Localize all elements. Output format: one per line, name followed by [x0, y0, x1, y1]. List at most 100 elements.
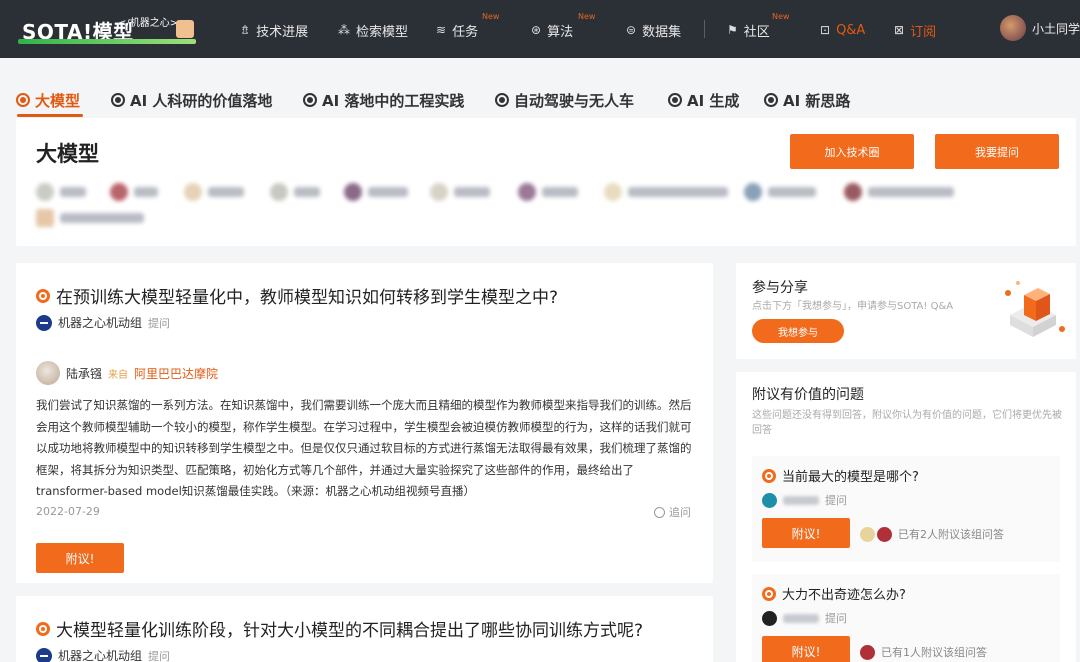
- answerer-name[interactable]: 陆承镪: [66, 365, 102, 382]
- expert-chip[interactable]: [184, 182, 244, 202]
- nav-item-algorithms[interactable]: ⊛ 算法: [531, 20, 573, 40]
- sidebar-question-item: 大力不出奇迹怎么办? 提问 附议! 已有1人附议该组问答: [752, 574, 1060, 662]
- ai-engineering-icon: [303, 93, 317, 107]
- sidebar-question-item: 当前最大的模型是哪个? 提问 附议! 已有2人附议该组问答: [752, 456, 1060, 562]
- expert-chip[interactable]: [744, 182, 816, 202]
- new-badge: New: [482, 12, 500, 21]
- sidebar-question-text: 大力不出奇迹怎么办?: [782, 588, 906, 603]
- question-asker: 机器之心机动组 提问: [36, 647, 170, 662]
- nav-item-tasks[interactable]: ≋ 任务: [436, 20, 478, 40]
- tab-label: AI 人科研的价值落地: [130, 91, 273, 110]
- expert-chip[interactable]: [270, 182, 320, 202]
- site-logo[interactable]: SOTA!模型 </机器之心>: [18, 14, 196, 44]
- tab-label: AI 生成: [687, 91, 740, 110]
- ask-question-button[interactable]: 我要提问: [935, 134, 1059, 169]
- answerer-org[interactable]: 阿里巴巴达摩院: [134, 365, 218, 382]
- subscribe-icon: ⊠: [894, 23, 905, 37]
- valuable-title: 附议有价值的问题: [752, 387, 864, 403]
- expert-chip[interactable]: [110, 182, 158, 202]
- sidebar-question-asker: 提问: [762, 492, 847, 508]
- tab-label: AI 落地中的工程实践: [322, 91, 465, 110]
- expert-chip[interactable]: [344, 182, 408, 202]
- tab-ai-engineering[interactable]: AI 落地中的工程实践: [303, 84, 464, 116]
- participate-card: 参与分享 点击下方「我想参与」，申请参与SOTA! Q&A 我想参与: [736, 263, 1076, 359]
- avatar: [860, 526, 875, 542]
- algorithm-icon: ⊛: [531, 23, 542, 37]
- logo-mascot-icon: [176, 20, 194, 38]
- answer-date: 2022-07-29: [36, 505, 100, 518]
- flag-icon: ⚑: [727, 23, 738, 37]
- follow-up-icon: [654, 506, 665, 518]
- question-title-text: 大模型轻量化训练阶段，针对大小模型的不同耦合提出了哪些协同训练方式呢?: [56, 621, 644, 641]
- tab-label: 自动驾驶与无人车: [514, 91, 635, 110]
- avatar: [877, 526, 892, 542]
- expert-chip[interactable]: [36, 182, 86, 202]
- asker-action: 提问: [148, 316, 171, 330]
- nav-item-tech-progress[interactable]: ⇯ 技术进展: [240, 20, 308, 40]
- second-count-text: 已有2人附议该组问答: [898, 528, 1004, 541]
- qa-icon: ⊡: [820, 23, 831, 37]
- second-question-button[interactable]: 附议!: [762, 636, 850, 662]
- topic-header-card: 大模型 加入技术圈 我要提问: [16, 118, 1076, 246]
- question-card: 大模型轻量化训练阶段，针对大小模型的不同耦合提出了哪些协同训练方式呢? 机器之心…: [16, 596, 713, 662]
- database-icon: ⊜: [626, 23, 637, 37]
- second-question-button[interactable]: 附议!: [36, 543, 124, 573]
- expert-chip[interactable]: [518, 182, 578, 202]
- model-icon: ⁂: [338, 23, 350, 37]
- participate-button[interactable]: 我想参与: [752, 319, 844, 343]
- user-menu[interactable]: 小土同学: [1000, 15, 1080, 41]
- ai-research-icon: [111, 93, 125, 107]
- question-title[interactable]: 在预训练大模型轻量化中，教师模型知识如何转移到学生模型之中?: [36, 283, 558, 308]
- layers-icon: ≋: [436, 23, 447, 37]
- asker-name-blurred: [783, 613, 819, 623]
- org-logo-icon: [36, 314, 52, 331]
- expert-chip[interactable]: [844, 182, 954, 202]
- question-icon: [36, 288, 50, 303]
- join-tech-circle-button[interactable]: 加入技术圈: [790, 134, 914, 169]
- autonomous-driving-icon: [495, 93, 509, 107]
- expert-chip[interactable]: [430, 182, 490, 202]
- asker-action: 提问: [825, 494, 847, 507]
- user-name: 小土同学: [1032, 21, 1080, 36]
- question-title[interactable]: 大模型轻量化训练阶段，针对大小模型的不同耦合提出了哪些协同训练方式呢?: [36, 616, 643, 641]
- avatar: [860, 644, 875, 660]
- active-tab-indicator: [17, 114, 83, 117]
- nav-item-search-models[interactable]: ⁂ 检索模型: [338, 20, 408, 40]
- nav-item-subscribe[interactable]: ⊠ 订阅: [894, 20, 936, 40]
- follow-up-label: 追问: [669, 506, 691, 519]
- sidebar-question-title[interactable]: 大力不出奇迹怎么办?: [762, 584, 906, 603]
- valuable-subtitle: 这些问题还没有得到回答，附议你认为有价值的问题，它们将更优先被回答: [752, 410, 1062, 436]
- participate-title: 参与分享: [752, 280, 808, 296]
- tab-label: AI 新思路: [783, 91, 851, 110]
- question-title-text: 在预训练大模型轻量化中，教师模型知识如何转移到学生模型之中?: [56, 288, 559, 308]
- nav-label: 社区: [743, 24, 770, 40]
- tab-autonomous-driving[interactable]: 自动驾驶与无人车: [495, 84, 634, 116]
- asker-name[interactable]: 机器之心机动组: [58, 314, 142, 331]
- asker-name-blurred: [783, 495, 819, 505]
- logo-underline: [18, 39, 196, 44]
- tab-ai-ideas[interactable]: AI 新思路: [764, 84, 850, 116]
- tab-ai-research[interactable]: AI 人科研的价值落地: [111, 84, 272, 116]
- asker-name[interactable]: 机器之心机动组: [58, 647, 142, 662]
- nav-item-qa[interactable]: ⊡ Q&A: [820, 20, 865, 40]
- nav-label: 任务: [452, 24, 479, 40]
- tab-large-model[interactable]: 大模型: [16, 84, 80, 116]
- sidebar-question-title[interactable]: 当前最大的模型是哪个?: [762, 466, 919, 485]
- nav-label: 检索模型: [356, 24, 409, 40]
- tab-ai-generation[interactable]: AI 生成: [668, 84, 739, 116]
- expert-chip[interactable]: [36, 208, 144, 228]
- nav-label: 技术进展: [256, 24, 309, 40]
- ai-ideas-icon: [764, 93, 778, 107]
- question-icon: [36, 621, 50, 636]
- second-count-text: 已有1人附议该组问答: [881, 646, 987, 659]
- second-question-button[interactable]: 附议!: [762, 518, 850, 548]
- nav-label: 订阅: [910, 24, 937, 40]
- expert-chip[interactable]: [604, 182, 728, 202]
- question-card: 在预训练大模型轻量化中，教师模型知识如何转移到学生模型之中? 机器之心机动组 提…: [16, 263, 713, 583]
- participate-subtitle: 点击下方「我想参与」，申请参与SOTA! Q&A: [752, 301, 954, 312]
- nav-item-community[interactable]: ⚑ 社区: [727, 20, 770, 40]
- follow-up-link[interactable]: 追问: [654, 504, 691, 520]
- nav-item-datasets[interactable]: ⊜ 数据集: [626, 20, 681, 40]
- question-asker: 机器之心机动组 提问: [36, 314, 170, 331]
- asker-action: 提问: [148, 649, 171, 662]
